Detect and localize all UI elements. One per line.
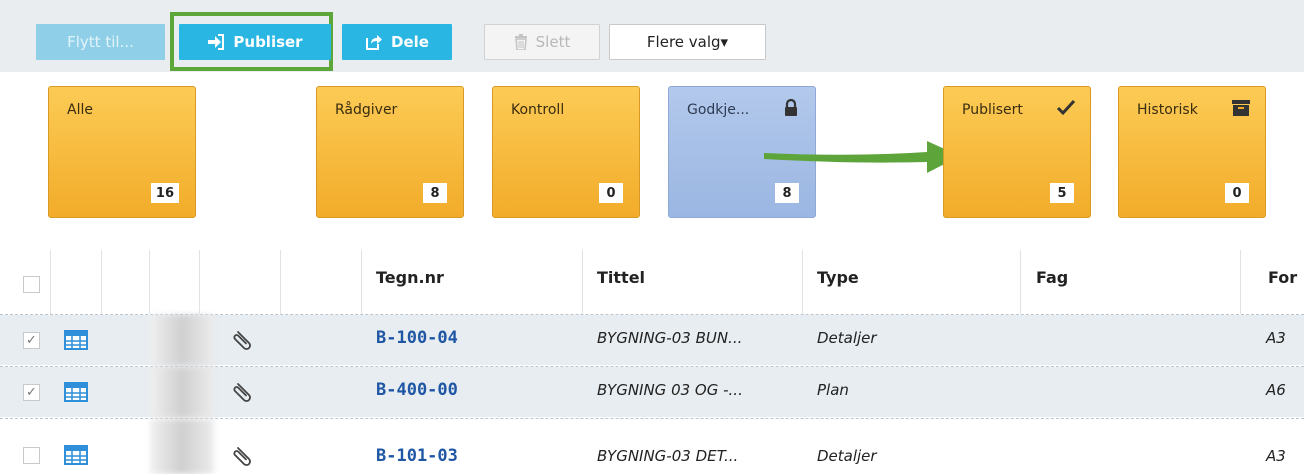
table-row[interactable]: ✓ B-400-00 BYGNING 03 OG -... Plan A6 xyxy=(0,367,1304,417)
share-button[interactable]: Dele xyxy=(342,24,452,60)
format-cell: A6 xyxy=(1266,381,1286,399)
column-divider xyxy=(199,250,200,314)
paperclip-icon[interactable] xyxy=(232,445,254,467)
status-tile-historisk[interactable]: Historisk 0 xyxy=(1118,86,1266,218)
tile-label: Alle xyxy=(67,102,93,118)
type-cell: Detaljer xyxy=(817,447,877,465)
tile-label: Rådgiver xyxy=(335,102,398,118)
thumbnail xyxy=(150,367,214,417)
title-cell: BYGNING-03 DET... xyxy=(597,447,739,465)
lock-icon xyxy=(785,99,797,116)
tile-label: Historisk xyxy=(1137,102,1198,118)
title-cell: BYGNING 03 OG -... xyxy=(597,381,743,399)
thumbnail xyxy=(150,315,214,365)
table-view-icon[interactable] xyxy=(64,330,88,350)
move-to-button[interactable]: Flytt til... xyxy=(36,24,165,60)
tile-label: Kontroll xyxy=(511,102,565,118)
share-icon xyxy=(366,35,383,50)
row-checkbox[interactable]: ✓ xyxy=(23,332,40,349)
table-view-icon[interactable] xyxy=(64,382,88,402)
column-divider xyxy=(1020,250,1021,314)
paperclip-icon[interactable] xyxy=(232,381,254,403)
move-to-label: Flytt til... xyxy=(67,33,134,51)
format-cell: A3 xyxy=(1266,329,1286,347)
table-view-icon[interactable] xyxy=(64,445,88,465)
tegn-nr-link[interactable]: B-100-04 xyxy=(376,328,458,348)
archive-icon xyxy=(1232,100,1250,116)
column-divider xyxy=(361,250,362,314)
column-header-type[interactable]: Type xyxy=(817,268,859,287)
arrow-right-icon xyxy=(764,141,960,173)
thumbnail xyxy=(150,419,214,474)
column-header-tittel[interactable]: Tittel xyxy=(597,268,645,287)
delete-label: Slett xyxy=(535,33,571,51)
status-tile-alle[interactable]: Alle 16 xyxy=(48,86,196,218)
column-header-tegn-nr[interactable]: Tegn.nr xyxy=(376,268,444,287)
column-divider xyxy=(50,250,51,314)
toolbar: Flytt til... Publiser Dele Slett Flere v… xyxy=(0,0,1304,72)
column-header-fag[interactable]: Fag xyxy=(1036,268,1068,287)
row-checkbox[interactable]: ✓ xyxy=(23,384,40,401)
status-tile-publisert[interactable]: Publisert 5 xyxy=(943,86,1091,218)
tile-count: 5 xyxy=(1050,183,1074,203)
column-divider xyxy=(101,250,102,314)
publish-button[interactable]: Publiser xyxy=(179,24,331,60)
row-checkbox[interactable] xyxy=(23,447,40,464)
delete-button[interactable]: Slett xyxy=(484,24,600,60)
trash-icon xyxy=(514,34,527,50)
tile-count: 0 xyxy=(1225,183,1249,203)
tegn-nr-link[interactable]: B-400-00 xyxy=(376,380,458,400)
tile-count: 8 xyxy=(423,183,447,203)
tile-label: Publisert xyxy=(962,102,1023,118)
column-header-format[interactable]: For xyxy=(1268,268,1297,287)
format-cell: A3 xyxy=(1266,447,1286,465)
type-cell: Plan xyxy=(817,381,849,399)
sign-in-icon xyxy=(208,34,225,50)
more-options-dropdown[interactable]: Flere valg▾ xyxy=(609,24,766,60)
tile-count: 16 xyxy=(150,183,179,203)
type-cell: Detaljer xyxy=(817,329,877,347)
select-all-checkbox[interactable] xyxy=(23,276,40,293)
column-divider xyxy=(802,250,803,314)
publish-label: Publiser xyxy=(233,33,303,51)
status-tile-radgiver[interactable]: Rådgiver 8 xyxy=(316,86,464,218)
table-row[interactable]: B-101-03 BYGNING-03 DET... Detaljer A3 xyxy=(0,419,1304,474)
tile-count: 8 xyxy=(775,183,799,203)
share-label: Dele xyxy=(391,33,429,51)
tile-label: Godkje... xyxy=(687,102,750,118)
checkmark-icon xyxy=(1056,99,1076,116)
table-row[interactable]: ✓ B-100-04 BYGNING-03 BUN... Detaljer A3 xyxy=(0,315,1304,365)
title-cell: BYGNING-03 BUN... xyxy=(597,329,743,347)
paperclip-icon[interactable] xyxy=(232,329,254,351)
column-divider xyxy=(149,250,150,314)
column-divider xyxy=(280,250,281,314)
column-divider xyxy=(582,250,583,314)
column-divider xyxy=(1240,250,1241,314)
tile-count: 0 xyxy=(599,183,623,203)
tegn-nr-link[interactable]: B-101-03 xyxy=(376,446,458,466)
status-tile-kontroll[interactable]: Kontroll 0 xyxy=(492,86,640,218)
more-options-label: Flere valg▾ xyxy=(646,33,729,51)
